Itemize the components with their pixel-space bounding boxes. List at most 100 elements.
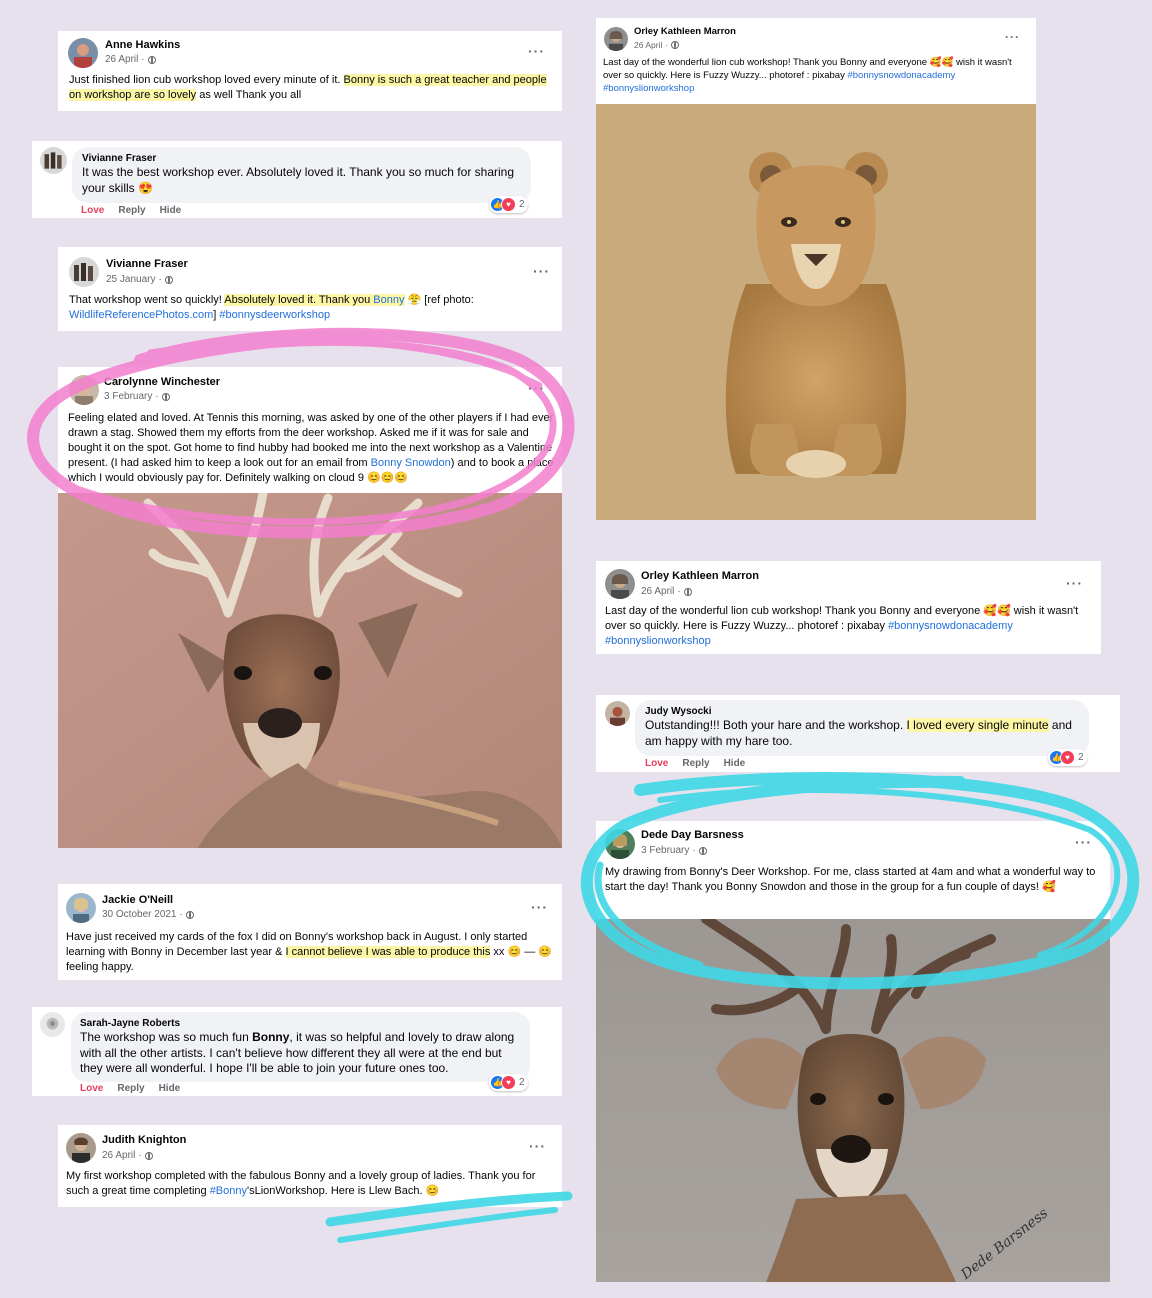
reply-button[interactable]: Reply — [682, 758, 709, 769]
post-date-text: 30 October 2021 — [102, 909, 177, 920]
comment-card-vivianne-fraser: Vivianne Fraser It was the best workshop… — [32, 141, 562, 218]
post-date[interactable]: 26 April · — [641, 586, 692, 597]
comment-actions: Love Reply Hide — [80, 1083, 194, 1094]
text-segment: as well Thank you all — [196, 89, 302, 101]
post-date[interactable]: 25 January · — [106, 274, 173, 285]
globe-icon — [164, 275, 173, 284]
comment-bubble: Judy Wysocki Outstanding!!! Both your ha… — [635, 700, 1089, 756]
reaction-count[interactable]: 👍 ♥ 2 — [489, 196, 528, 213]
avatar[interactable] — [69, 257, 99, 287]
post-text: My first workshop completed with the fab… — [66, 1169, 556, 1199]
author-name[interactable]: Dede Day Barsness — [641, 829, 744, 841]
comment-card-sarah-jayne-roberts: Sarah-Jayne Roberts The workshop was so … — [32, 1007, 562, 1096]
comment-bubble: Vivianne Fraser It was the best workshop… — [72, 147, 531, 203]
hashtag[interactable]: #bonnysdeerworkshop — [219, 309, 330, 321]
post-date-text: 3 February — [641, 845, 690, 856]
more-options-icon[interactable]: ··· — [1066, 576, 1083, 590]
reply-button[interactable]: Reply — [117, 1083, 144, 1094]
stag-drawing-photo[interactable] — [58, 493, 562, 848]
reaction-count[interactable]: 👍 ♥ 2 — [489, 1074, 528, 1091]
post-card-orley-kathleen-marron: Orley Kathleen Marron 26 April · ··· Last… — [596, 18, 1036, 104]
author-name[interactable]: Judith Knighton — [102, 1134, 186, 1146]
love-button[interactable]: Love — [80, 1083, 103, 1094]
post-date-text: 26 April — [634, 40, 663, 50]
avatar[interactable] — [605, 569, 635, 599]
post-date[interactable]: 26 April · — [102, 1150, 153, 1161]
more-options-icon[interactable]: ··· — [528, 381, 545, 395]
hide-button[interactable]: Hide — [724, 758, 746, 769]
love-reaction-icon: ♥ — [501, 197, 516, 212]
comment-author[interactable]: Sarah-Jayne Roberts — [80, 1018, 521, 1029]
post-date[interactable]: 30 October 2021 · — [102, 909, 194, 920]
post-date[interactable]: 3 February · — [641, 845, 707, 856]
avatar[interactable] — [66, 893, 96, 923]
comment-actions: Love Reply Hide — [81, 205, 195, 216]
more-options-icon[interactable]: ··· — [1075, 835, 1092, 849]
post-date[interactable]: 3 February · — [104, 391, 170, 402]
post-card-carolynne-winchester: Carolynne Winchester 3 February · ··· Fee… — [58, 367, 562, 493]
author-name[interactable]: Orley Kathleen Marron — [641, 570, 759, 582]
love-reaction-icon: ♥ — [501, 1075, 516, 1090]
avatar[interactable] — [604, 27, 628, 51]
post-date[interactable]: 26 April · — [105, 54, 156, 65]
lion-cub-drawing-photo[interactable] — [596, 104, 1036, 520]
post-card-jackie-oneill: Jackie O'Neill 30 October 2021 · ··· Have… — [58, 884, 562, 980]
post-date-text: 3 February — [104, 391, 153, 402]
highlighted-text: I loved every single minute — [906, 718, 1049, 732]
more-options-icon[interactable]: ··· — [531, 900, 548, 914]
link[interactable]: WildlifeReferencePhotos.com — [69, 309, 213, 321]
text-segment: 😤 [ref photo: — [404, 294, 474, 306]
more-options-icon[interactable]: ··· — [528, 44, 545, 58]
comment-card-judy-wysocki: Judy Wysocki Outstanding!!! Both your ha… — [596, 695, 1120, 772]
author-name[interactable]: Orley Kathleen Marron — [634, 26, 736, 37]
author-name[interactable]: Jackie O'Neill — [102, 894, 173, 906]
love-reaction-icon: ♥ — [1060, 750, 1075, 765]
post-date-text: 26 April — [641, 586, 675, 597]
post-card-orley-kathleen-marron-2: Orley Kathleen Marron 26 April · ··· Last… — [596, 561, 1101, 654]
more-options-icon[interactable]: ··· — [529, 1139, 546, 1153]
globe-icon — [161, 392, 170, 401]
avatar[interactable] — [605, 701, 630, 726]
post-text: That workshop went so quickly! Absolutel… — [69, 293, 551, 323]
post-date[interactable]: 26 April · — [634, 40, 680, 50]
post-text: My drawing from Bonny's Deer Workshop. F… — [605, 865, 1101, 895]
globe-icon — [144, 1151, 153, 1160]
reaction-number: 2 — [519, 1077, 525, 1088]
post-text: Have just received my cards of the fox I… — [66, 930, 556, 975]
author-name[interactable]: Anne Hawkins — [105, 39, 180, 51]
post-text: Just finished lion cub workshop loved ev… — [69, 73, 551, 103]
reply-button[interactable]: Reply — [118, 205, 145, 216]
globe-icon — [185, 910, 194, 919]
highlighted-text: Absolutely loved it. Thank you — [224, 294, 374, 306]
text-segment: Outstanding!!! Both your hare and the wo… — [645, 718, 907, 732]
text-segment: The workshop was so much fun — [80, 1030, 253, 1044]
love-button[interactable]: Love — [81, 205, 104, 216]
reaction-number: 2 — [1078, 752, 1084, 763]
avatar[interactable] — [68, 38, 98, 68]
avatar[interactable] — [40, 147, 67, 174]
comment-author[interactable]: Judy Wysocki — [645, 706, 1079, 717]
comment-author[interactable]: Vivianne Fraser — [82, 153, 521, 164]
avatar[interactable] — [66, 1133, 96, 1163]
globe-icon — [683, 587, 692, 596]
hide-button[interactable]: Hide — [159, 1083, 181, 1094]
post-card-anne-hawkins: Anne Hawkins 26 April · ··· Just finished… — [58, 31, 562, 111]
avatar[interactable] — [40, 1012, 65, 1037]
more-options-icon[interactable]: ··· — [533, 264, 550, 278]
link[interactable]: Bonny — [373, 294, 405, 306]
reaction-count[interactable]: 👍 ♥ 2 — [1048, 749, 1087, 766]
avatar[interactable] — [605, 829, 635, 859]
comment-text: Outstanding!!! Both your hare and the wo… — [645, 718, 1079, 749]
text-segment: Bonny — [252, 1030, 290, 1044]
more-options-icon[interactable]: ··· — [1005, 31, 1020, 43]
author-name[interactable]: Vivianne Fraser — [106, 258, 188, 270]
link[interactable]: Bonny Snowdon — [371, 457, 451, 469]
author-name[interactable]: Carolynne Winchester — [104, 376, 220, 388]
hide-button[interactable]: Hide — [160, 205, 182, 216]
post-card-dede-day-barsness: Dede Day Barsness 3 February · ··· My dra… — [596, 821, 1110, 919]
reaction-number: 2 — [519, 199, 525, 210]
love-button[interactable]: Love — [645, 758, 668, 769]
avatar[interactable] — [69, 375, 99, 405]
hashtag[interactable]: #Bonny — [210, 1185, 247, 1197]
comment-text: It was the best workshop ever. Absolutel… — [82, 165, 521, 196]
